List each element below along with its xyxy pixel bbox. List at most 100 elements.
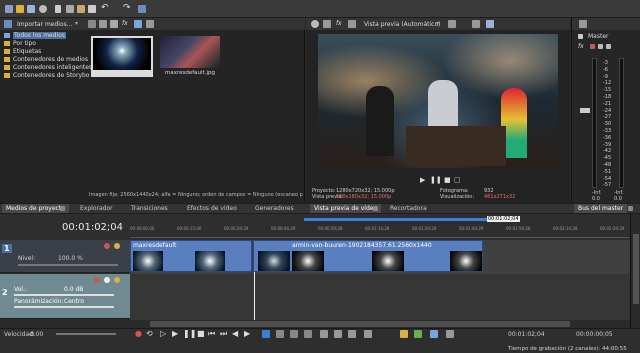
close-icon[interactable] bbox=[60, 206, 65, 211]
solo-icon[interactable] bbox=[114, 243, 120, 249]
stop-icon[interactable]: ■ bbox=[444, 176, 451, 184]
meter-tick-label: -48 bbox=[603, 162, 612, 168]
auto-ripple-icon[interactable] bbox=[430, 330, 438, 338]
import-icon[interactable] bbox=[4, 20, 12, 28]
tab-project-media[interactable]: Medios de proyecto bbox=[2, 204, 69, 213]
pause-icon[interactable]: ❚❚ bbox=[183, 329, 196, 338]
view-icon[interactable] bbox=[88, 20, 96, 28]
trim-icon[interactable] bbox=[334, 330, 342, 338]
mixer-icon[interactable] bbox=[579, 20, 587, 28]
delete-icon[interactable] bbox=[320, 330, 328, 338]
paste-icon[interactable] bbox=[77, 5, 85, 13]
import-dropdown-icon[interactable]: ▾ bbox=[75, 20, 78, 27]
preview-settings-icon[interactable] bbox=[311, 20, 319, 28]
tree-item-storyboard-bins[interactable]: Contenedores de Storybo bbox=[4, 72, 89, 80]
tree-item-all-media[interactable]: Todos los medios bbox=[4, 32, 89, 40]
capture-icon[interactable] bbox=[99, 20, 107, 28]
import-media-button[interactable]: Importar medios... bbox=[17, 21, 73, 28]
envelope-tool-icon[interactable] bbox=[276, 330, 284, 338]
rate-slider[interactable] bbox=[56, 333, 116, 335]
master-fx-icon[interactable] bbox=[578, 34, 583, 39]
grid-icon[interactable] bbox=[146, 20, 154, 28]
fx-icon[interactable]: fx bbox=[122, 20, 128, 27]
tree-item-by-type[interactable]: Por tipo bbox=[4, 40, 89, 48]
video-clip[interactable]: armin-van-buuren-1902184357.61.2560x1440 bbox=[253, 240, 483, 272]
pan-slider[interactable] bbox=[14, 306, 114, 308]
media-thumbnail-2[interactable]: maxresdefault.jpg bbox=[160, 36, 220, 77]
split-icon[interactable] bbox=[348, 330, 356, 338]
scrollbar-thumb[interactable] bbox=[633, 234, 639, 304]
prev-frame-icon[interactable]: ◀ bbox=[232, 329, 238, 338]
horizontal-scrollbar[interactable] bbox=[130, 320, 630, 328]
go-to-end-icon[interactable]: ⏭ bbox=[220, 329, 227, 339]
volume-slider[interactable] bbox=[14, 294, 114, 296]
play-from-start-icon[interactable]: ▷ bbox=[160, 329, 166, 338]
zoom-tool-icon[interactable] bbox=[304, 330, 312, 338]
tab-video-preview[interactable]: Vista previa de vídeo bbox=[310, 204, 382, 213]
open-icon[interactable] bbox=[16, 5, 24, 13]
close-icon[interactable] bbox=[628, 206, 633, 211]
cut-icon[interactable] bbox=[55, 5, 61, 13]
tab-explorer[interactable]: Explorador bbox=[76, 204, 117, 213]
transport-bar: Velocidad: 0.00 ● ⟲ ▷ ▶ ❚❚ ■ ⏮ ⏭ ◀ ▶ 00:… bbox=[0, 328, 640, 353]
tools-icon[interactable] bbox=[138, 5, 146, 13]
tab-trimmer[interactable]: Recortadora bbox=[386, 204, 431, 213]
pause-icon[interactable]: ❚❚ bbox=[430, 176, 442, 184]
record-icon[interactable]: ● bbox=[135, 329, 142, 338]
tab-generators[interactable]: Generadores bbox=[251, 204, 298, 213]
external-monitor-icon[interactable] bbox=[323, 20, 331, 28]
split-screen-icon[interactable] bbox=[348, 20, 356, 28]
remove-icon[interactable] bbox=[110, 20, 118, 28]
vertical-scrollbar[interactable] bbox=[630, 214, 640, 328]
settings-icon[interactable] bbox=[39, 5, 47, 13]
solo-icon[interactable] bbox=[114, 277, 120, 283]
settings-icon[interactable] bbox=[606, 44, 611, 49]
copy-snapshot-icon[interactable] bbox=[472, 20, 480, 28]
tag-icon[interactable] bbox=[134, 20, 142, 28]
marker-icon[interactable] bbox=[400, 330, 408, 338]
media-thumbnail-1[interactable] bbox=[91, 36, 153, 77]
new-icon[interactable] bbox=[5, 5, 13, 13]
undo-icon[interactable]: ↶ bbox=[101, 3, 109, 13]
play-icon[interactable]: ▶ bbox=[172, 329, 178, 338]
mute-icon[interactable] bbox=[590, 44, 595, 49]
play-icon[interactable]: ▶ bbox=[420, 176, 425, 184]
mute-icon[interactable] bbox=[104, 243, 110, 249]
scrollbar-thumb[interactable] bbox=[150, 321, 570, 327]
master-fx-button[interactable]: fx bbox=[578, 43, 584, 50]
master-fader[interactable] bbox=[580, 108, 590, 113]
next-frame-icon[interactable]: ▶ bbox=[244, 329, 250, 338]
tab-master-bus[interactable]: Bus del master bbox=[574, 204, 628, 213]
mute-icon[interactable] bbox=[104, 277, 110, 283]
stop-icon[interactable]: ■ bbox=[197, 329, 205, 338]
save-icon[interactable] bbox=[27, 5, 35, 13]
tree-item-smart-bins[interactable]: Contenedores inteligentes bbox=[4, 64, 92, 72]
snapping-icon[interactable] bbox=[364, 330, 372, 338]
normal-edit-tool-icon[interactable] bbox=[262, 330, 270, 338]
preview-quality-dropdown[interactable]: Vista previa (Automático) bbox=[364, 21, 440, 28]
copy-icon[interactable] bbox=[66, 5, 74, 13]
time-ruler[interactable]: 00:01:02;04 00:00:00;00 00:00:15;00 00:00:… bbox=[130, 216, 630, 238]
loop-region-bar[interactable] bbox=[304, 218, 510, 221]
tab-transitions[interactable]: Transiciones bbox=[127, 204, 172, 213]
preview-fx-icon[interactable]: fx bbox=[336, 20, 342, 27]
close-icon[interactable] bbox=[373, 206, 378, 211]
region-icon[interactable] bbox=[414, 330, 422, 338]
tree-item-tags[interactable]: Etiquetas bbox=[4, 48, 89, 56]
video-clip[interactable]: maxresdefault bbox=[130, 240, 252, 272]
solo-icon[interactable] bbox=[598, 44, 603, 49]
go-to-start-icon[interactable]: ⏮ bbox=[208, 329, 215, 339]
delete-icon[interactable] bbox=[88, 5, 96, 13]
tree-item-media-bins[interactable]: Contenedores de medios bbox=[4, 56, 89, 64]
redo-icon[interactable]: ↷ bbox=[123, 3, 131, 13]
chevron-down-icon[interactable]: ▾ bbox=[436, 20, 439, 27]
save-snapshot-icon[interactable] bbox=[486, 20, 494, 28]
level-slider[interactable] bbox=[18, 264, 118, 266]
loop-icon[interactable]: ⟲ bbox=[146, 329, 153, 338]
lock-icon[interactable] bbox=[446, 330, 454, 338]
selection-tool-icon[interactable] bbox=[290, 330, 298, 338]
overlays-icon[interactable] bbox=[448, 20, 456, 28]
loop-icon[interactable]: ▢ bbox=[454, 176, 461, 184]
tab-video-fx[interactable]: Efectos de vídeo bbox=[183, 204, 241, 213]
record-icon[interactable] bbox=[94, 277, 100, 283]
